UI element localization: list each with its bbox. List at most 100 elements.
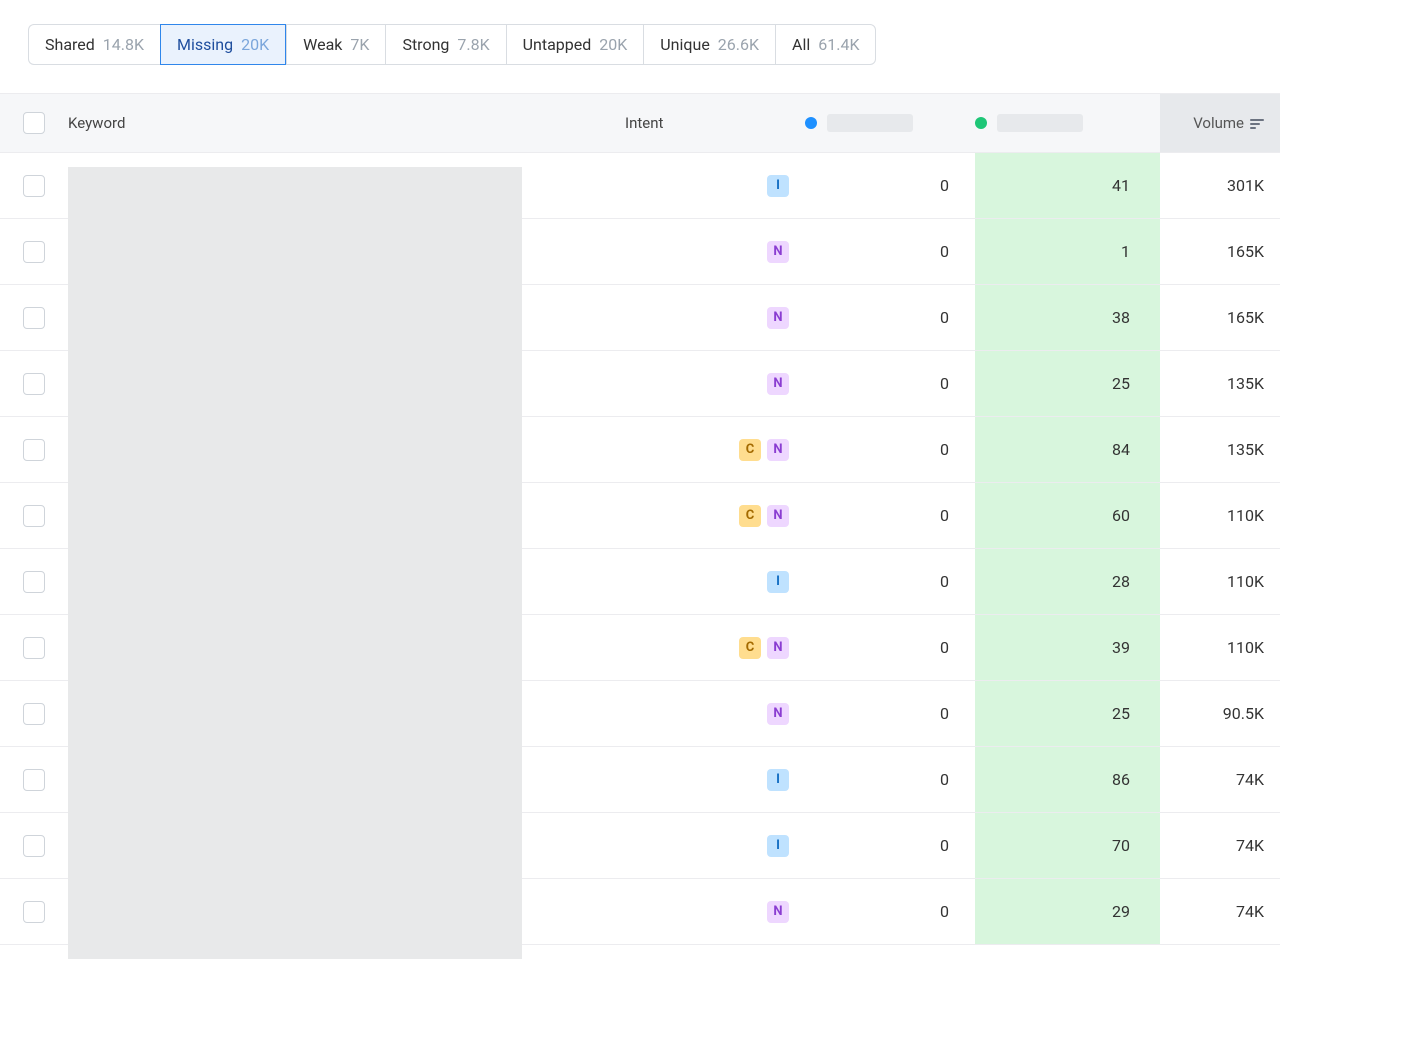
cell-intent: CN <box>625 439 805 461</box>
tab-shared[interactable]: Shared 14.8K <box>28 24 160 65</box>
cell-site-b: 70 <box>975 813 1160 878</box>
tab-label: Strong <box>402 35 449 54</box>
tab-label: Shared <box>45 35 95 54</box>
keyword-redaction-block <box>68 167 522 959</box>
cell-site-a: 0 <box>805 770 975 789</box>
tab-missing[interactable]: Missing20K <box>160 24 286 65</box>
cell-site-b: 28 <box>975 549 1160 614</box>
row-checkbox[interactable] <box>23 373 45 395</box>
intent-badge-n: N <box>767 505 789 527</box>
cell-volume: 90.5K <box>1160 704 1280 723</box>
row-checkbox[interactable] <box>23 637 45 659</box>
row-checkbox[interactable] <box>23 703 45 725</box>
sort-desc-icon <box>1250 118 1264 129</box>
cell-volume: 74K <box>1160 836 1280 855</box>
cell-intent: N <box>625 703 805 725</box>
intent-badge-c: C <box>739 505 761 527</box>
cell-site-b: 1 <box>975 219 1160 284</box>
cell-intent: I <box>625 571 805 593</box>
column-header-site-a[interactable] <box>805 114 975 132</box>
column-header-keyword[interactable]: Keyword <box>68 114 625 132</box>
intent-badge-i: I <box>767 175 789 197</box>
row-checkbox[interactable] <box>23 241 45 263</box>
tab-label: All <box>792 35 810 54</box>
dot-icon <box>805 117 817 129</box>
cell-site-b: 29 <box>975 879 1160 944</box>
row-checkbox[interactable] <box>23 769 45 791</box>
row-checkbox[interactable] <box>23 505 45 527</box>
cell-site-a: 0 <box>805 176 975 195</box>
tab-label: Missing <box>177 35 233 54</box>
cell-site-a: 0 <box>805 638 975 657</box>
intent-badge-c: C <box>739 637 761 659</box>
tab-count: 14.8K <box>103 35 144 54</box>
intent-badge-n: N <box>767 307 789 329</box>
tab-count: 7K <box>350 35 369 54</box>
cell-site-a: 0 <box>805 572 975 591</box>
cell-site-a: 0 <box>805 308 975 327</box>
cell-site-b: 41 <box>975 153 1160 218</box>
cell-site-a: 0 <box>805 506 975 525</box>
column-header-intent[interactable]: Intent <box>625 114 805 132</box>
cell-site-b: 25 <box>975 681 1160 746</box>
tab-count: 26.6K <box>718 35 759 54</box>
cell-intent: N <box>625 901 805 923</box>
cell-volume: 135K <box>1160 374 1280 393</box>
cell-site-b: 84 <box>975 417 1160 482</box>
cell-intent: N <box>625 373 805 395</box>
cell-volume: 165K <box>1160 308 1280 327</box>
tab-weak[interactable]: Weak 7K <box>286 24 385 65</box>
row-checkbox[interactable] <box>23 175 45 197</box>
cell-site-a: 0 <box>805 902 975 921</box>
tab-count: 7.8K <box>457 35 489 54</box>
tab-label: Weak <box>303 35 342 54</box>
dot-icon <box>975 117 987 129</box>
intent-badge-n: N <box>767 439 789 461</box>
tab-strong[interactable]: Strong 7.8K <box>385 24 505 65</box>
row-checkbox[interactable] <box>23 439 45 461</box>
cell-volume: 301K <box>1160 176 1280 195</box>
tab-all[interactable]: All 61.4K <box>775 24 876 65</box>
cell-site-b: 60 <box>975 483 1160 548</box>
row-checkbox[interactable] <box>23 307 45 329</box>
select-all-checkbox[interactable] <box>23 112 45 134</box>
cell-intent: I <box>625 769 805 791</box>
tab-count: 61.4K <box>818 35 859 54</box>
cell-volume: 110K <box>1160 572 1280 591</box>
cell-site-a: 0 <box>805 242 975 261</box>
tab-label: Unique <box>660 35 710 54</box>
site-b-label-placeholder <box>997 114 1083 132</box>
intent-badge-i: I <box>767 571 789 593</box>
cell-volume: 110K <box>1160 506 1280 525</box>
column-header-volume[interactable]: Volume <box>1160 94 1280 152</box>
row-checkbox[interactable] <box>23 901 45 923</box>
cell-volume: 110K <box>1160 638 1280 657</box>
cell-site-a: 0 <box>805 440 975 459</box>
cell-intent: CN <box>625 505 805 527</box>
column-header-volume-label: Volume <box>1193 114 1244 132</box>
row-checkbox[interactable] <box>23 571 45 593</box>
table-body: I041301KN01165KN038165KN025135KCN084135K… <box>0 153 1280 945</box>
cell-site-a: 0 <box>805 374 975 393</box>
cell-volume: 135K <box>1160 440 1280 459</box>
cell-intent: I <box>625 835 805 857</box>
filter-tabs: Shared 14.8K Missing20K Weak 7K Strong 7.8K Unt… <box>28 24 1280 65</box>
cell-site-b: 39 <box>975 615 1160 680</box>
intent-badge-n: N <box>767 637 789 659</box>
table-header: Keyword Intent Volume <box>0 93 1280 153</box>
site-a-label-placeholder <box>827 114 913 132</box>
column-header-site-b[interactable] <box>975 114 1160 132</box>
intent-badge-c: C <box>739 439 761 461</box>
cell-intent: CN <box>625 637 805 659</box>
row-checkbox[interactable] <box>23 835 45 857</box>
cell-intent: N <box>625 307 805 329</box>
intent-badge-n: N <box>767 241 789 263</box>
cell-intent: I <box>625 175 805 197</box>
cell-volume: 165K <box>1160 242 1280 261</box>
intent-badge-i: I <box>767 769 789 791</box>
tab-unique[interactable]: Unique 26.6K <box>643 24 775 65</box>
cell-volume: 74K <box>1160 770 1280 789</box>
tab-label: Untapped <box>523 35 592 54</box>
cell-site-a: 0 <box>805 836 975 855</box>
tab-untapped[interactable]: Untapped20K <box>506 24 644 65</box>
